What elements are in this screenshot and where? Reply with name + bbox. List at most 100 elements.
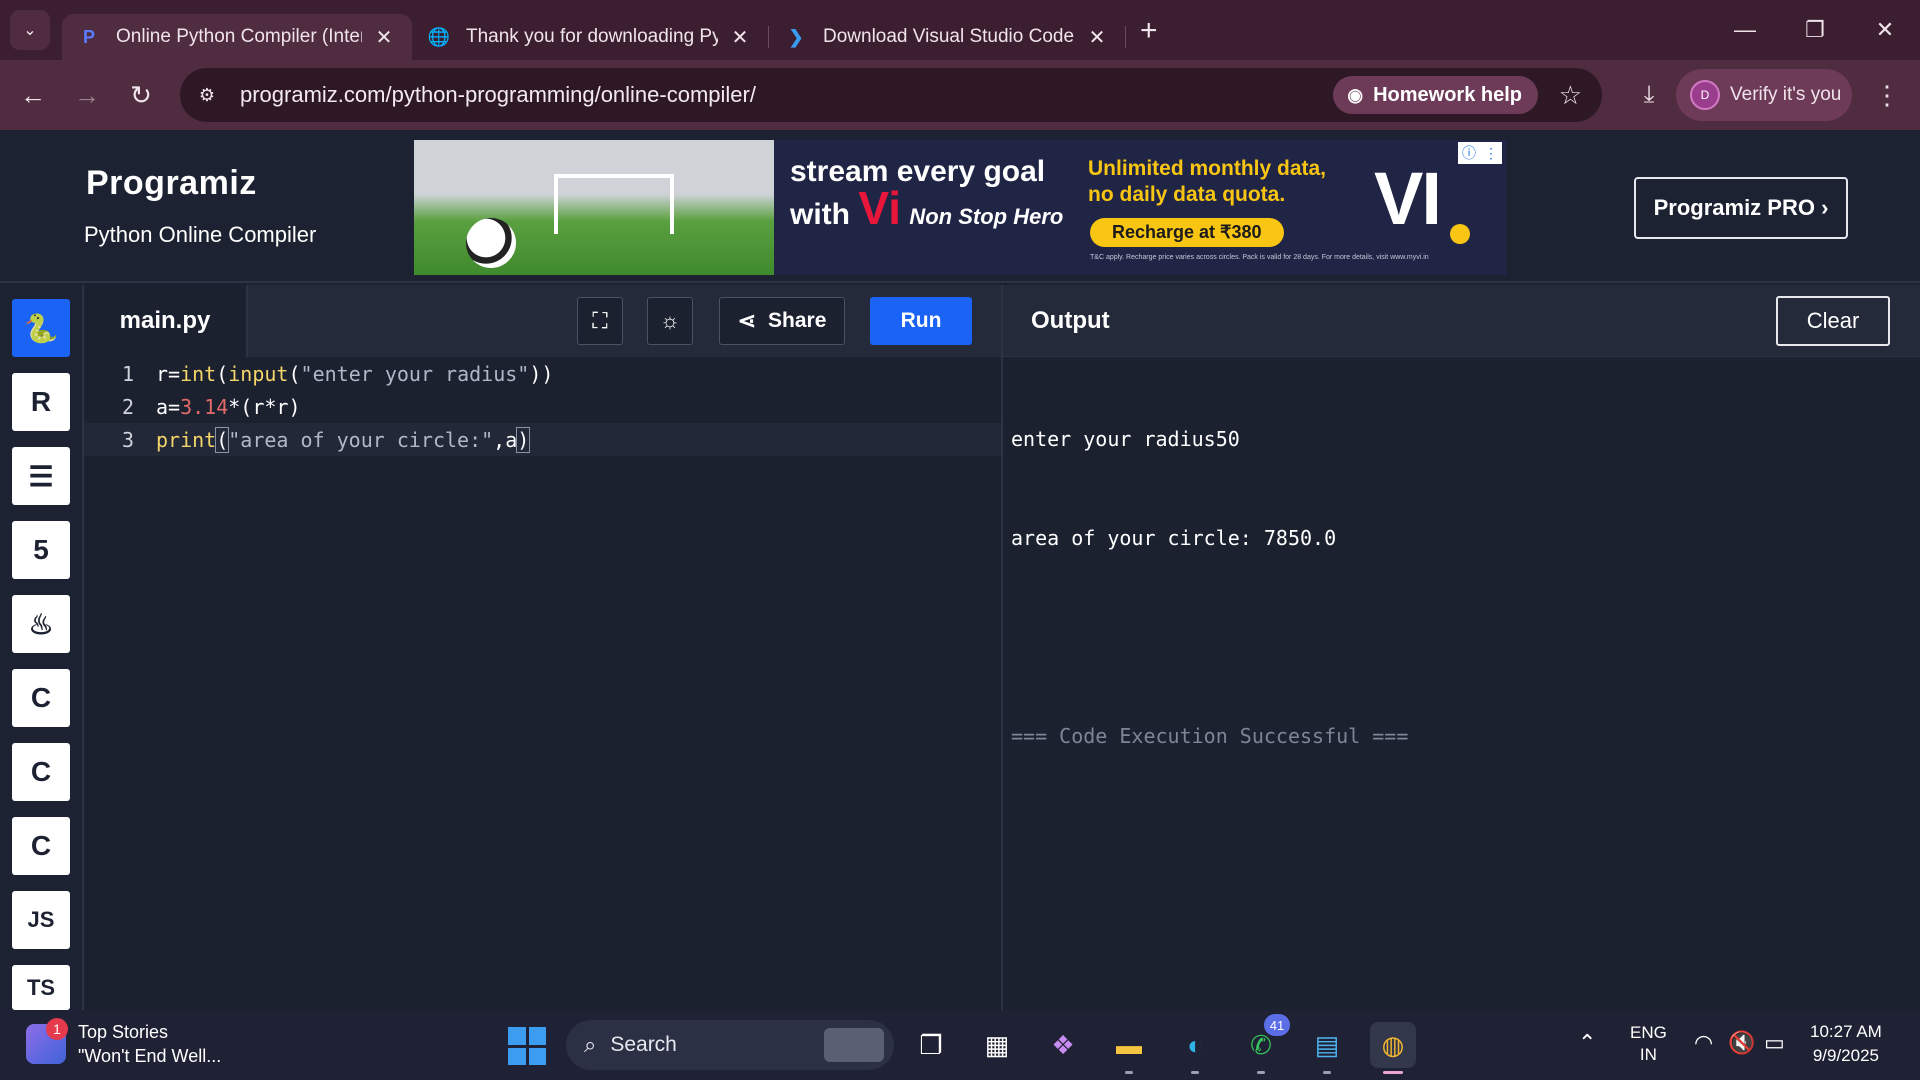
code-text[interactable]: a=3.14*(r*r)	[156, 395, 301, 419]
tab-programiz[interactable]: P Online Python Compiler (Interp ✕	[62, 14, 412, 60]
clock-date: 9/9/2025	[1812, 1046, 1879, 1065]
code-text[interactable]: print("area of your circle:",a)	[156, 426, 531, 453]
programiz-pro-button[interactable]: Programiz PRO ›	[1634, 177, 1848, 239]
ad-headline: stream every goal with Vi Non Stop Hero	[790, 154, 1063, 235]
profile-verify-button[interactable]: D Verify it's you	[1676, 69, 1852, 121]
chrome-icon[interactable]: ◍	[1370, 1022, 1416, 1074]
homework-help-button[interactable]: ◉ Homework help	[1333, 76, 1538, 114]
code-line[interactable]: 2 a=3.14*(r*r)	[84, 390, 1001, 423]
notification-badge: 1	[46, 1018, 68, 1040]
ad-headline-2-row: with Vi Non Stop Hero	[790, 185, 1063, 235]
running-indicator	[1257, 1071, 1265, 1074]
ad-stadium-image	[414, 140, 774, 275]
camera-search-icon: ◉	[1347, 84, 1364, 105]
clear-button[interactable]: Clear	[1776, 296, 1890, 346]
tab-title: Download Visual Studio Code -	[823, 26, 1075, 47]
tab-vscode[interactable]: ❯ Download Visual Studio Code - ✕	[769, 14, 1125, 60]
edge-icon[interactable]: ◐	[1172, 1022, 1218, 1074]
system-clock[interactable]: 10:27 AM 9/9/2025	[1810, 1020, 1882, 1068]
menu-kebab-icon[interactable]: ⋮	[1862, 68, 1912, 122]
back-icon[interactable]: ←	[6, 68, 60, 122]
share-label: Share	[768, 309, 827, 332]
file-tab[interactable]: main.py	[84, 285, 248, 357]
microsoft-store-icon[interactable]: ▦	[974, 1022, 1020, 1068]
tab-separator	[1125, 26, 1126, 48]
news-text: Top Stories "Won't End Well...	[78, 1020, 221, 1068]
show-hidden-icons-icon[interactable]: ⌃	[1578, 1030, 1596, 1056]
taskbar-search-box[interactable]: ⌕ Search	[566, 1020, 894, 1070]
region-code: IN	[1639, 1045, 1657, 1064]
html5-icon[interactable]: 5	[12, 521, 70, 579]
execution-status: === Code Execution Successful ===	[1011, 724, 1409, 748]
download-icon[interactable]: ⤓	[1622, 68, 1676, 122]
programiz-logo[interactable]: Programiz	[86, 164, 257, 203]
c-language-icon[interactable]: C	[12, 669, 70, 727]
search-placeholder: Search	[610, 1033, 677, 1056]
python-icon[interactable]: 🐍	[12, 299, 70, 357]
close-icon[interactable]: ✕	[728, 25, 752, 50]
running-indicator	[1323, 1071, 1331, 1074]
running-indicator	[1383, 1071, 1403, 1074]
fullscreen-icon[interactable]: ⛶	[577, 297, 623, 345]
ad-offer-1: Unlimited monthly data,	[1088, 157, 1327, 180]
task-view-icon[interactable]: ❐	[908, 1022, 954, 1068]
share-button[interactable]: ⋖ Share	[719, 297, 845, 345]
js-label: JS	[27, 907, 55, 932]
notepad-icon[interactable]: ▤	[1304, 1022, 1350, 1074]
battery-icon[interactable]: ▭	[1764, 1030, 1785, 1056]
run-button[interactable]: Run	[870, 297, 972, 345]
theme-toggle-sun-icon[interactable]: ☼	[647, 297, 693, 345]
code-line-active[interactable]: 3 print("area of your circle:",a)	[84, 423, 1001, 456]
ad-fine-print: T&C apply. Recharge price varies across …	[1090, 254, 1429, 261]
site-info-icon[interactable]: ⚙	[190, 78, 224, 112]
share-icon: ⋖	[737, 308, 757, 333]
line-number: 1	[121, 361, 134, 386]
minimize-icon[interactable]: —	[1710, 0, 1780, 60]
r-language-icon[interactable]: R	[12, 373, 70, 431]
cpp-label: C	[30, 756, 52, 787]
windows-start-icon[interactable]	[508, 1027, 546, 1065]
copilot-icon[interactable]: ❖	[1040, 1022, 1086, 1068]
line-number: 3	[121, 427, 134, 452]
forward-icon[interactable]: →	[60, 68, 114, 122]
file-explorer-icon[interactable]: ▬	[1106, 1022, 1152, 1074]
close-window-icon[interactable]: ✕	[1850, 0, 1920, 60]
wifi-icon[interactable]: ◠	[1694, 1030, 1713, 1056]
ad-choices-icon[interactable]: ⓘ ⋮	[1458, 142, 1502, 164]
windows-taskbar: 1 Top Stories "Won't End Well... ⌕ Searc…	[0, 1010, 1920, 1080]
reload-icon[interactable]: ↻	[114, 68, 168, 122]
window-controls: — ❐ ✕	[1710, 0, 1920, 60]
java-icon[interactable]: ♨	[12, 595, 70, 653]
news-widget[interactable]: 1 Top Stories "Won't End Well...	[26, 1018, 221, 1068]
restore-icon[interactable]: ❐	[1780, 0, 1850, 60]
line-number: 2	[121, 394, 134, 419]
ad-cta-button[interactable]: Recharge at ₹380	[1090, 218, 1284, 247]
ad-headline-1: stream every goal	[790, 155, 1046, 188]
cpp-icon[interactable]: C	[12, 743, 70, 801]
code-area[interactable]: 1 r=int(input("enter your radius")) 2 a=…	[84, 357, 1001, 456]
input-language-indicator[interactable]: ENG IN	[1630, 1022, 1667, 1066]
code-line[interactable]: 1 r=int(input("enter your radius"))	[84, 357, 1001, 390]
code-text[interactable]: r=int(input("enter your radius"))	[156, 362, 553, 386]
c-label: C	[30, 682, 52, 713]
javascript-icon[interactable]: JS	[12, 891, 70, 949]
new-tab-icon[interactable]: +	[1140, 14, 1158, 48]
sql-database-icon[interactable]: ☰	[12, 447, 70, 505]
language-sidebar: 🐍 R ☰ 5 ♨ C C C JS TS	[0, 285, 84, 1010]
whatsapp-badge: 41	[1264, 1014, 1290, 1036]
typescript-icon[interactable]: TS	[12, 965, 70, 1010]
url-text[interactable]: programiz.com/python-programming/online-…	[240, 82, 756, 108]
output-console[interactable]: enter your radius50 area of your circle:…	[1011, 357, 1408, 819]
close-icon[interactable]: ✕	[1085, 25, 1109, 50]
tab-pycharm[interactable]: 🌐 Thank you for downloading PyC ✕	[412, 14, 768, 60]
advertisement-banner[interactable]: stream every goal with Vi Non Stop Hero …	[414, 140, 1506, 275]
browser-tab-strip: ⌄ P Online Python Compiler (Interp ✕ 🌐 T…	[0, 0, 1920, 60]
whatsapp-icon[interactable]: ✆ 41	[1238, 1014, 1290, 1074]
csharp-icon[interactable]: C	[12, 817, 70, 875]
close-icon[interactable]: ✕	[372, 25, 396, 50]
volume-muted-icon[interactable]: 🔇	[1728, 1030, 1755, 1056]
omnibox[interactable]: ⚙ programiz.com/python-programming/onlin…	[180, 68, 1602, 122]
tab-search-icon[interactable]: ⌄	[10, 10, 50, 50]
bookmark-star-icon[interactable]: ☆	[1559, 80, 1582, 111]
